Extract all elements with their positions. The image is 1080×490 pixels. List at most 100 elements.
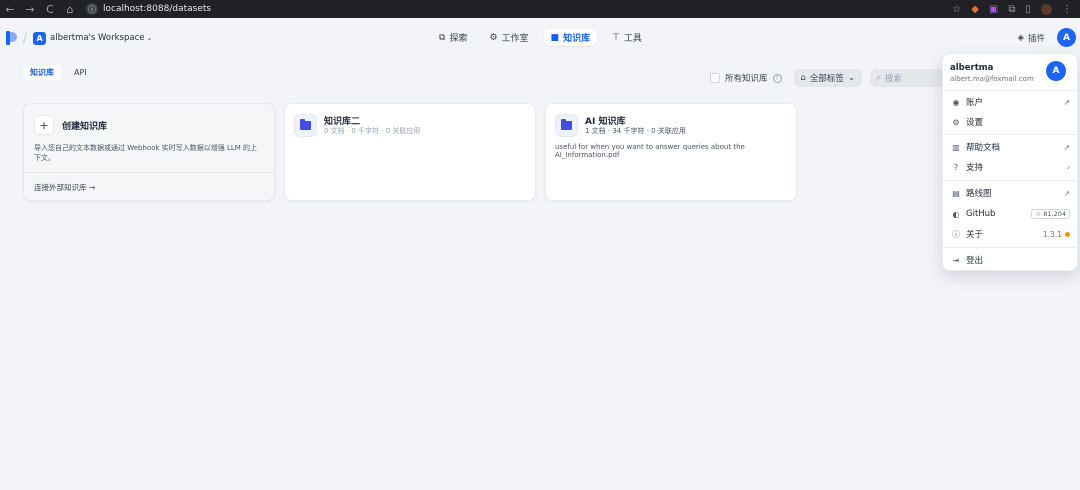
nav-tab-label: 工作室 (501, 34, 529, 44)
all-knowledge-checkbox[interactable] (710, 73, 720, 83)
home-icon[interactable]: ⌂ (60, 3, 80, 16)
address-bar[interactable]: ⓘ localhost:8088/datasets (86, 3, 946, 16)
dataset-meta: 0 文档 · 0 千字符 · 0 关联应用 (324, 127, 421, 135)
tag-filter-label: 全部标签 (809, 74, 844, 84)
dataset-card[interactable]: 知识库二 0 文档 · 0 千字符 · 0 关联应用 (284, 103, 536, 201)
create-knowledge-title: 创建知识库 (62, 121, 108, 132)
workspace-name[interactable]: albertma's Workspace (50, 33, 144, 43)
nav-tab-knowledge[interactable]: ■ 知识库 (543, 29, 598, 46)
browser-extensions: ☆ ◆ ▣ ⧉ ▯ ⋮ (952, 3, 1080, 15)
plugins-button[interactable]: ◈ 插件 (1017, 32, 1045, 44)
main-nav: ⧉ 探索 ⚙ 工作室 ■ 知识库 ⊤ 工具 (432, 29, 649, 46)
tag-filter-select[interactable]: ⌂ 全部标签 ⌄ (793, 69, 863, 87)
extension-purple-icon[interactable]: ▣ (989, 4, 998, 15)
menu-item-label: 帮助文档 (966, 143, 1001, 153)
bookmark-star-icon[interactable]: ☆ (952, 4, 961, 15)
plugins-label: 插件 (1027, 33, 1045, 44)
chevron-down-icon[interactable]: ⌄ (147, 34, 153, 42)
external-link-icon: ↗ (1063, 188, 1070, 198)
tab-api[interactable]: API (67, 65, 94, 80)
create-knowledge-card[interactable]: + 创建知识库 导入您自己的文本数据或通过 Webhook 实时写入数据以增强 … (23, 103, 275, 201)
account-dropdown-menu: albertma albert.ma@foxmail.com A ◉ 账户 ↗ … (942, 53, 1078, 271)
menu-item-label: 账户 (966, 98, 984, 108)
update-dot (1065, 231, 1070, 237)
github-icon: ◐ (952, 209, 960, 219)
nav-tab-label: 工具 (623, 34, 642, 44)
menu-item-logout[interactable]: ⇥ 登出 (943, 252, 1077, 268)
menu-item-help-docs[interactable]: ▥ 帮助文档 ↗ (943, 139, 1077, 155)
chevron-down-icon: ⌄ (847, 73, 856, 83)
menu-item-label: 设置 (966, 118, 984, 128)
help-icon[interactable]: ? (772, 73, 782, 83)
menu-item-label: 关于 (966, 230, 984, 240)
user-circle-icon: ◉ (952, 97, 960, 107)
tag-icon: ⌂ (800, 73, 806, 83)
app-logo[interactable] (6, 31, 17, 45)
all-knowledge-filter[interactable]: 所有知识库 ? (710, 72, 782, 84)
nav-tab-explore[interactable]: ⧉ 探索 (432, 29, 474, 46)
studio-icon: ⚙ (489, 32, 498, 43)
chevron-right-icon: › (1067, 162, 1070, 172)
menu-item-account[interactable]: ◉ 账户 ↗ (943, 94, 1077, 110)
all-knowledge-label: 所有知识库 (725, 74, 768, 84)
browser-profile-avatar[interactable] (1041, 3, 1052, 15)
github-stars-badge: ☆ 81,204 (1031, 209, 1070, 219)
map-icon: ▤ (952, 188, 960, 198)
divider (943, 134, 1077, 135)
menu-avatar: A (1046, 61, 1066, 81)
logout-icon: ⇥ (952, 255, 960, 265)
sidebar-icon[interactable]: ▯ (1025, 4, 1031, 15)
search-icon: ⌕ (876, 73, 881, 83)
divider (24, 172, 274, 173)
plus-icon: + (34, 115, 54, 135)
menu-item-about[interactable]: ⓘ 关于 1.3.1 (943, 226, 1077, 242)
create-knowledge-description: 导入您自己的文本数据或通过 Webhook 实时写入数据以增强 LLM 的上下文… (34, 144, 258, 162)
connect-external-knowledge-link[interactable]: 连接外部知识库 → (34, 182, 95, 193)
dataset-description: useful for when you want to answer queri… (555, 143, 745, 159)
book-icon: ▥ (952, 142, 960, 152)
info-icon: ⓘ (952, 229, 960, 239)
menu-user-info: albertma albert.ma@foxmail.com (950, 63, 1034, 83)
cube-icon: ◈ (1017, 32, 1024, 43)
filter-bar: 所有知识库 ? ⌂ 全部标签 ⌄ ⌕ 搜索 (710, 69, 971, 87)
reload-icon[interactable]: C (40, 3, 60, 16)
header-actions: ◈ 插件 A (1017, 28, 1076, 47)
tools-icon: ⊤ (612, 32, 620, 43)
menu-item-label: GitHub (966, 209, 996, 219)
extension-fox-icon[interactable]: ◆ (971, 4, 979, 15)
menu-item-settings[interactable]: ⚙ 设置 (943, 114, 1077, 130)
dataset-card[interactable]: AI 知识库 1 文档 · 34 千字符 · 0 关联应用 useful for… (545, 103, 797, 201)
forward-icon[interactable]: → (20, 3, 40, 16)
menu-item-roadmap[interactable]: ▤ 路线图 ↗ (943, 185, 1077, 201)
nav-tab-label: 探索 (449, 34, 468, 44)
breadcrumb-separator: / (23, 31, 28, 45)
menu-item-label: 支持 (966, 163, 984, 173)
search-placeholder: 搜索 (884, 74, 902, 84)
menu-item-github[interactable]: ◐ GitHub ☆ 81,204 (943, 206, 1077, 222)
site-info-icon[interactable]: ⓘ (86, 3, 98, 15)
version-label: 1.3.1 (1042, 229, 1062, 239)
menu-email: albert.ma@foxmail.com (950, 75, 1034, 83)
external-link-icon: ↗ (1063, 142, 1070, 152)
menu-item-label: 路线图 (966, 189, 992, 199)
nav-tab-studio[interactable]: ⚙ 工作室 (482, 29, 535, 46)
menu-username: albertma (950, 63, 994, 73)
extensions-puzzle-icon[interactable]: ⧉ (1008, 4, 1015, 15)
menu-item-label: 登出 (966, 256, 984, 266)
explore-icon: ⧉ (439, 32, 446, 43)
workspace-avatar[interactable]: A (33, 31, 47, 45)
back-icon[interactable]: ← (0, 3, 20, 16)
folder-icon (294, 114, 317, 137)
user-avatar-button[interactable]: A (1057, 28, 1076, 47)
url-text[interactable]: localhost:8088/datasets (103, 4, 211, 14)
gear-icon: ⚙ (952, 117, 960, 127)
divider (943, 247, 1077, 248)
external-link-icon: ↗ (1063, 97, 1070, 107)
browser-menu-icon[interactable]: ⋮ (1062, 4, 1072, 15)
nav-tab-label: 知识库 (563, 34, 591, 44)
menu-item-support[interactable]: ? 支持 › (943, 159, 1077, 175)
nav-tab-tools[interactable]: ⊤ 工具 (605, 29, 649, 46)
browser-toolbar: ← → C ⌂ ⓘ localhost:8088/datasets ☆ ◆ ▣ … (0, 0, 1080, 18)
tab-knowledge[interactable]: 知识库 (23, 65, 61, 80)
knowledge-icon: ■ (550, 32, 560, 43)
